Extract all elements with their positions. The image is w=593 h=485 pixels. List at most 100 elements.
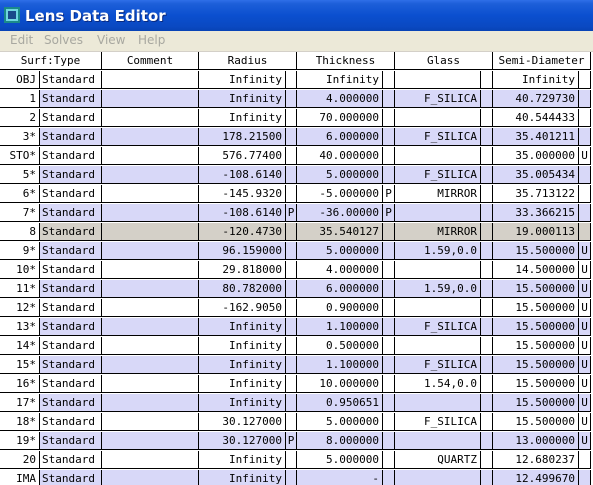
- surface-type-cell[interactable]: Standard: [40, 128, 102, 146]
- radius-cell[interactable]: Infinity: [199, 470, 286, 485]
- semi-diameter-cell[interactable]: 40.544433: [493, 109, 579, 127]
- radius-solve-cell[interactable]: [286, 128, 297, 146]
- semi-diameter-solve-cell[interactable]: U: [579, 280, 591, 298]
- comment-cell[interactable]: [102, 242, 199, 260]
- glass-solve-cell[interactable]: [481, 185, 493, 203]
- comment-cell[interactable]: [102, 185, 199, 203]
- thickness-cell[interactable]: 6.000000: [297, 280, 383, 298]
- surface-number-cell[interactable]: STO*: [0, 147, 40, 165]
- radius-solve-cell[interactable]: [286, 147, 297, 165]
- comment-cell[interactable]: [102, 223, 199, 241]
- glass-solve-cell[interactable]: [481, 242, 493, 260]
- semi-diameter-cell[interactable]: 35.401211: [493, 128, 579, 146]
- comment-cell[interactable]: [102, 375, 199, 393]
- table-row[interactable]: 2 Standard Infinity 70.000000 40.544433: [0, 109, 593, 128]
- title-bar[interactable]: Lens Data Editor: [0, 0, 593, 31]
- glass-solve-cell[interactable]: [481, 451, 493, 469]
- thickness-solve-cell[interactable]: [383, 432, 395, 450]
- comment-cell[interactable]: [102, 432, 199, 450]
- surface-type-cell[interactable]: Standard: [40, 375, 102, 393]
- glass-cell[interactable]: F_SILICA: [395, 166, 481, 184]
- radius-cell[interactable]: 30.127000: [199, 432, 286, 450]
- table-row[interactable]: 9* Standard 96.159000 5.000000 1.59,0.0 15.50…: [0, 242, 593, 261]
- header-radius[interactable]: Radius: [199, 52, 297, 70]
- semi-diameter-cell[interactable]: 15.500000: [493, 337, 579, 355]
- header-surf-type[interactable]: Surf:Type: [0, 52, 102, 70]
- comment-cell[interactable]: [102, 451, 199, 469]
- semi-diameter-solve-cell[interactable]: U: [579, 147, 591, 165]
- thickness-solve-cell[interactable]: [383, 337, 395, 355]
- glass-cell[interactable]: F_SILICA: [395, 128, 481, 146]
- semi-diameter-solve-cell[interactable]: U: [579, 356, 591, 374]
- semi-diameter-solve-cell[interactable]: U: [579, 337, 591, 355]
- radius-cell[interactable]: Infinity: [199, 375, 286, 393]
- glass-cell[interactable]: 1.59,0.0: [395, 280, 481, 298]
- glass-cell[interactable]: MIRROR: [395, 223, 481, 241]
- radius-solve-cell[interactable]: [286, 280, 297, 298]
- table-row[interactable]: 7* Standard -108.6140 P -36.00000 P 33.366215: [0, 204, 593, 223]
- glass-cell[interactable]: F_SILICA: [395, 90, 481, 108]
- table-row[interactable]: 13* Standard Infinity 1.100000 F_SILICA 15.50…: [0, 318, 593, 337]
- surface-number-cell[interactable]: 11*: [0, 280, 40, 298]
- radius-cell[interactable]: Infinity: [199, 318, 286, 336]
- glass-solve-cell[interactable]: [481, 375, 493, 393]
- glass-cell[interactable]: [395, 204, 481, 222]
- thickness-solve-cell[interactable]: [383, 261, 395, 279]
- radius-cell[interactable]: Infinity: [199, 394, 286, 412]
- semi-diameter-solve-cell[interactable]: [579, 451, 591, 469]
- semi-diameter-solve-cell[interactable]: U: [579, 375, 591, 393]
- glass-cell[interactable]: MIRROR: [395, 185, 481, 203]
- thickness-cell[interactable]: -5.000000: [297, 185, 383, 203]
- semi-diameter-solve-cell[interactable]: U: [579, 242, 591, 260]
- radius-cell[interactable]: 96.159000: [199, 242, 286, 260]
- comment-cell[interactable]: [102, 166, 199, 184]
- semi-diameter-cell[interactable]: 15.500000: [493, 242, 579, 260]
- radius-cell[interactable]: -108.6140: [199, 166, 286, 184]
- surface-number-cell[interactable]: 14*: [0, 337, 40, 355]
- surface-number-cell[interactable]: 7*: [0, 204, 40, 222]
- radius-solve-cell[interactable]: P: [286, 204, 297, 222]
- semi-diameter-cell[interactable]: 15.500000: [493, 375, 579, 393]
- table-row[interactable]: 1 Standard Infinity 4.000000 F_SILICA 40.7297…: [0, 90, 593, 109]
- thickness-solve-cell[interactable]: [383, 451, 395, 469]
- thickness-solve-cell[interactable]: P: [383, 204, 395, 222]
- radius-cell[interactable]: 29.818000: [199, 261, 286, 279]
- surface-number-cell[interactable]: 3*: [0, 128, 40, 146]
- surface-type-cell[interactable]: Standard: [40, 223, 102, 241]
- thickness-solve-cell[interactable]: [383, 128, 395, 146]
- glass-solve-cell[interactable]: [481, 109, 493, 127]
- glass-solve-cell[interactable]: [481, 147, 493, 165]
- table-row[interactable]: IMA Standard Infinity - 12.499670: [0, 470, 593, 485]
- radius-solve-cell[interactable]: [286, 318, 297, 336]
- comment-cell[interactable]: [102, 299, 199, 317]
- thickness-cell[interactable]: 70.000000: [297, 109, 383, 127]
- comment-cell[interactable]: [102, 147, 199, 165]
- radius-solve-cell[interactable]: [286, 356, 297, 374]
- semi-diameter-cell[interactable]: Infinity: [493, 71, 579, 89]
- surface-number-cell[interactable]: 2: [0, 109, 40, 127]
- radius-cell[interactable]: Infinity: [199, 109, 286, 127]
- surface-number-cell[interactable]: 18*: [0, 413, 40, 431]
- glass-solve-cell[interactable]: [481, 204, 493, 222]
- surface-type-cell[interactable]: Standard: [40, 356, 102, 374]
- header-comment[interactable]: Comment: [102, 52, 199, 70]
- thickness-solve-cell[interactable]: [383, 166, 395, 184]
- radius-solve-cell[interactable]: [286, 299, 297, 317]
- glass-cell[interactable]: [395, 470, 481, 485]
- surface-type-cell[interactable]: Standard: [40, 147, 102, 165]
- glass-solve-cell[interactable]: [481, 90, 493, 108]
- radius-solve-cell[interactable]: [286, 166, 297, 184]
- radius-solve-cell[interactable]: [286, 71, 297, 89]
- semi-diameter-solve-cell[interactable]: [579, 71, 591, 89]
- glass-cell[interactable]: F_SILICA: [395, 318, 481, 336]
- thickness-solve-cell[interactable]: [383, 147, 395, 165]
- thickness-solve-cell[interactable]: [383, 299, 395, 317]
- semi-diameter-cell[interactable]: 40.729730: [493, 90, 579, 108]
- radius-solve-cell[interactable]: [286, 109, 297, 127]
- radius-cell[interactable]: Infinity: [199, 71, 286, 89]
- table-row[interactable]: 15* Standard Infinity 1.100000 F_SILICA 15.50…: [0, 356, 593, 375]
- comment-cell[interactable]: [102, 109, 199, 127]
- surface-number-cell[interactable]: 15*: [0, 356, 40, 374]
- semi-diameter-cell[interactable]: 19.000113: [493, 223, 579, 241]
- radius-cell[interactable]: 80.782000: [199, 280, 286, 298]
